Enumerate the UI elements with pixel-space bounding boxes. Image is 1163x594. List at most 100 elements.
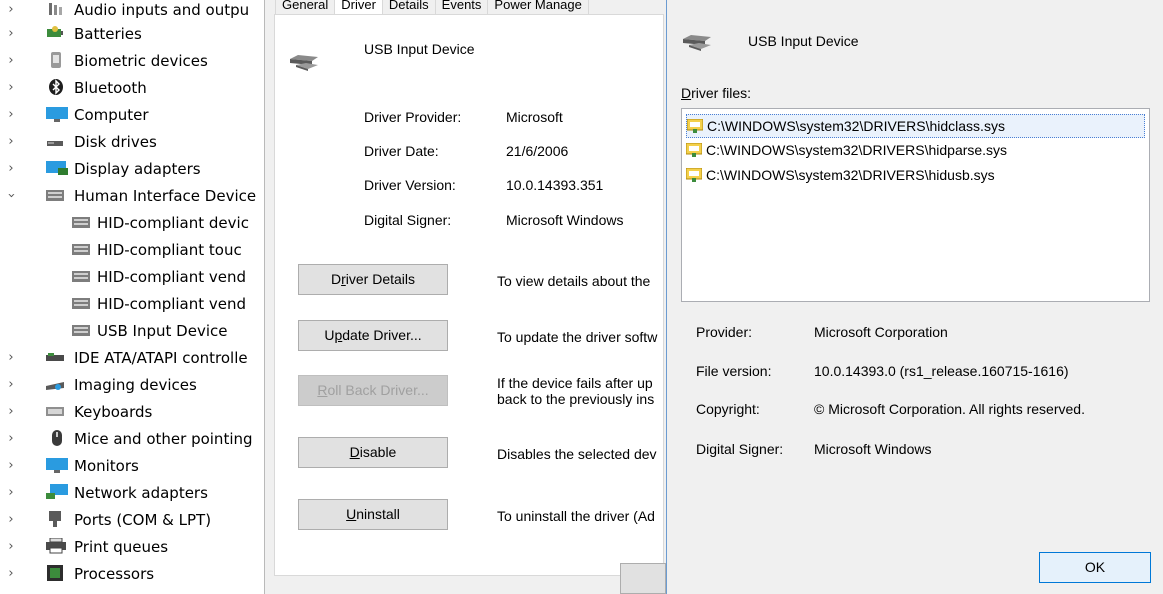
driver-tab-panel: USB Input Device Driver Provider: Micros… [274,14,664,576]
ok-button[interactable]: OK [1039,552,1151,583]
chevron-right-icon[interactable]: › [6,539,16,554]
usb-input-device-icon [683,35,711,51]
port-icon [49,511,61,527]
chevron-right-icon[interactable]: › [6,161,16,176]
mouse-icon [52,430,62,446]
ide-controller-icon [46,353,64,361]
monitor-icon [46,458,68,473]
driver-file-icon [687,119,703,133]
chevron-right-icon[interactable]: › [6,134,16,149]
file-path: C:\WINDOWS\system32\DRIVERS\hidclass.sys [707,118,1005,134]
chevron-right-icon[interactable]: › [6,53,16,68]
hid-icon [46,190,64,201]
driver-file-icon [686,143,702,157]
display-adapter-icon [46,161,68,175]
button-label-accel: D [349,444,360,460]
chevron-right-icon[interactable]: › [6,377,16,392]
digital-signer-label: Digital Signer: [364,212,452,228]
keyboard-icon [46,407,64,416]
driver-details-button[interactable]: Driver Details [298,264,448,295]
button-label-post: iver Details [345,271,416,287]
button-label-accel: R [317,382,328,398]
ok-button-partial[interactable] [620,563,666,594]
tree-item-label: Mice and other pointing [74,429,253,448]
file-list-item[interactable]: C:\WINDOWS\system32\DRIVERS\hidusb.sys [686,164,995,186]
file-version-value: 10.0.14393.0 (rs1_release.160715-1616) [814,363,1069,379]
tab-details[interactable]: Details [381,0,436,14]
driver-provider-value: Microsoft [506,109,563,125]
provider-value: Microsoft Corporation [814,324,948,340]
bluetooth-icon [49,79,63,95]
button-label-post: date Driver... [342,327,422,343]
label-rest: river files: [691,85,752,101]
tree-item-label: HID-compliant touc [97,240,242,259]
driver-date-label: Driver Date: [364,143,439,159]
tree-item-label: Network adapters [74,483,208,502]
roll-back-driver-button[interactable]: Roll Back Driver... [298,375,448,406]
file-path: C:\WINDOWS\system32\DRIVERS\hidusb.sys [706,167,995,183]
driver-provider-label: Driver Provider: [364,109,462,125]
biometric-icon [51,52,61,68]
chevron-right-icon[interactable]: › [6,404,16,419]
chevron-right-icon[interactable]: › [6,566,16,581]
button-label-accel: U [346,506,357,522]
driver-file-icon [686,168,702,182]
chevron-right-icon[interactable]: › [6,458,16,473]
chevron-right-icon[interactable]: › [6,350,16,365]
device-properties-dialog: General Driver Details Events Power Mana… [264,0,666,594]
digital-signer-value: Microsoft Windows [814,441,932,457]
tree-item-label: Keyboards [74,402,153,421]
tree-item-label: Imaging devices [74,375,197,394]
hid-icon [72,271,90,282]
copyright-value: © Microsoft Corporation. All rights rese… [814,401,1085,417]
digital-signer-value: Microsoft Windows [506,212,624,228]
driver-details-description: To view details about the [497,273,651,289]
chevron-right-icon[interactable]: › [6,512,16,527]
file-list-item[interactable]: C:\WINDOWS\system32\DRIVERS\hidparse.sys [686,139,1007,161]
uninstall-button[interactable]: Uninstall [298,499,448,530]
button-label-post: ninstall [356,506,400,522]
driver-files-list[interactable]: C:\WINDOWS\system32\DRIVERS\hidclass.sys… [681,108,1150,302]
tab-power-management[interactable]: Power Manage [487,0,589,14]
tree-item-label: Biometric devices [74,51,208,70]
chevron-right-icon[interactable]: › [6,2,16,17]
file-path: C:\WINDOWS\system32\DRIVERS\hidparse.sys [706,142,1008,158]
digital-signer-label: Digital Signer: [696,441,784,457]
chevron-right-icon[interactable]: › [6,80,16,95]
tree-item-label: Disk drives [74,132,157,151]
chevron-down-icon[interactable]: › [4,191,19,201]
tree-item-label: Bluetooth [74,78,147,97]
update-driver-button[interactable]: Update Driver... [298,320,448,351]
uninstall-description: To uninstall the driver (Ad [497,508,655,524]
chevron-right-icon[interactable]: › [6,107,16,122]
driver-file-details-dialog: USB Input Device Driver files: C:\WINDOW… [666,0,1163,594]
hid-icon [72,244,90,255]
tree-item-label: HID-compliant devic [97,213,249,232]
tree-item-label: Computer [74,105,149,124]
tree-item-label: HID-compliant vend [97,294,247,313]
file-version-label: File version: [696,363,772,379]
tree-item-label: Batteries [74,24,142,43]
tree-item-label: Monitors [74,456,139,475]
tree-item-label: Display adapters [74,159,201,178]
tab-events[interactable]: Events [434,0,489,14]
chevron-right-icon[interactable]: › [6,485,16,500]
driver-version-value: 10.0.14393.351 [506,177,604,193]
tree-item-label: Print queues [74,537,169,556]
device-name: USB Input Device [364,41,475,57]
tree-item-label: Ports (COM & LPT) [74,510,212,529]
file-list-item[interactable]: C:\WINDOWS\system32\DRIVERS\hidclass.sys [686,114,1145,138]
tree-item-label: IDE ATA/ATAPI controlle [74,348,248,367]
battery-icon [47,26,63,37]
provider-label: Provider: [696,324,753,340]
usb-input-device-icon [290,55,318,71]
chevron-right-icon[interactable]: › [6,26,16,41]
hid-icon [72,298,90,309]
device-tree[interactable]: › Audio inputs and outpu › Batteries › B… [0,0,264,594]
disk-drive-icon [47,141,63,146]
printer-icon [46,538,66,554]
tab-general[interactable]: General [275,0,336,14]
chevron-right-icon[interactable]: › [6,431,16,446]
roll-back-description-line2: back to the previously ins [497,391,655,407]
disable-button[interactable]: Disable [298,437,448,468]
